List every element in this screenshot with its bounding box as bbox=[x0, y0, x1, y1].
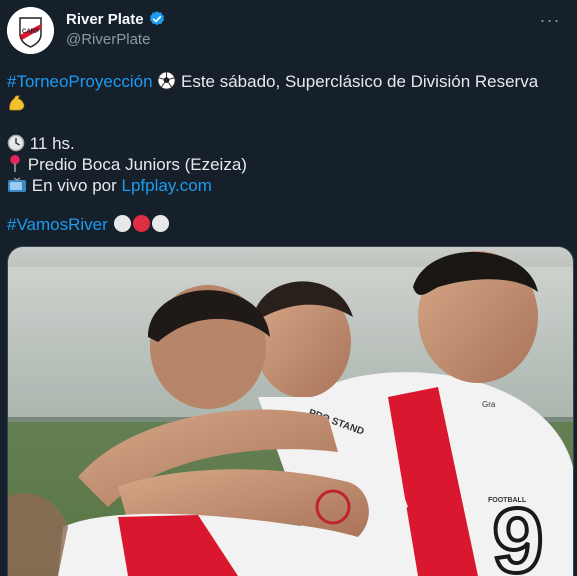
verified-badge-icon bbox=[148, 10, 166, 28]
tweet-place-text: Predio Boca Juniors (Ezeiza) bbox=[27, 155, 247, 174]
author-display-name[interactable]: River Plate bbox=[66, 11, 144, 28]
author-name-row[interactable]: River Plate bbox=[66, 10, 166, 28]
collar-text: FOOTBALL bbox=[488, 497, 527, 504]
tweet-card[interactable]: CARP River Plate @RiverPlate ··· #Torneo… bbox=[0, 0, 577, 576]
river-plate-crest-icon: CARP bbox=[7, 7, 54, 54]
red-circle-icon bbox=[132, 214, 151, 238]
tweet-photo[interactable]: 9 FOOTBALL Gra PRO STAND bbox=[7, 246, 574, 576]
white-circle-icon bbox=[113, 214, 132, 238]
tweet-hashtag-line: #VamosRiver bbox=[7, 214, 567, 238]
tweet-time-text: 11 hs. bbox=[29, 134, 75, 153]
tweet-line-1: #TorneoProyección Este sábado, Superclás… bbox=[7, 71, 567, 95]
tweet-line-2 bbox=[7, 93, 567, 118]
tweet-live-prefix: En vivo por bbox=[31, 176, 122, 195]
flexed-biceps-icon bbox=[7, 93, 27, 118]
celebrating-players-photo: 9 FOOTBALL Gra PRO STAND bbox=[8, 247, 573, 576]
more-options-button[interactable]: ··· bbox=[537, 7, 563, 33]
white-circle-icon bbox=[151, 214, 170, 238]
more-options-icon: ··· bbox=[539, 9, 561, 30]
crest-text: CARP bbox=[22, 29, 39, 35]
sponsor-text: Gra bbox=[482, 400, 496, 409]
tweet-live-line: En vivo por Lpfplay.com bbox=[7, 175, 567, 199]
soccer-ball-icon bbox=[157, 71, 176, 95]
lpfplay-link[interactable]: Lpfplay.com bbox=[122, 176, 212, 195]
vamosriver-hashtag-link[interactable]: #VamosRiver bbox=[7, 215, 108, 234]
tweet-line-1-text: Este sábado, Superclásico de División Re… bbox=[176, 72, 539, 91]
author-handle[interactable]: @RiverPlate bbox=[66, 31, 150, 48]
hashtag-link[interactable]: #TorneoProyección bbox=[7, 72, 153, 91]
author-avatar[interactable]: CARP bbox=[7, 7, 54, 54]
television-icon bbox=[7, 177, 27, 199]
